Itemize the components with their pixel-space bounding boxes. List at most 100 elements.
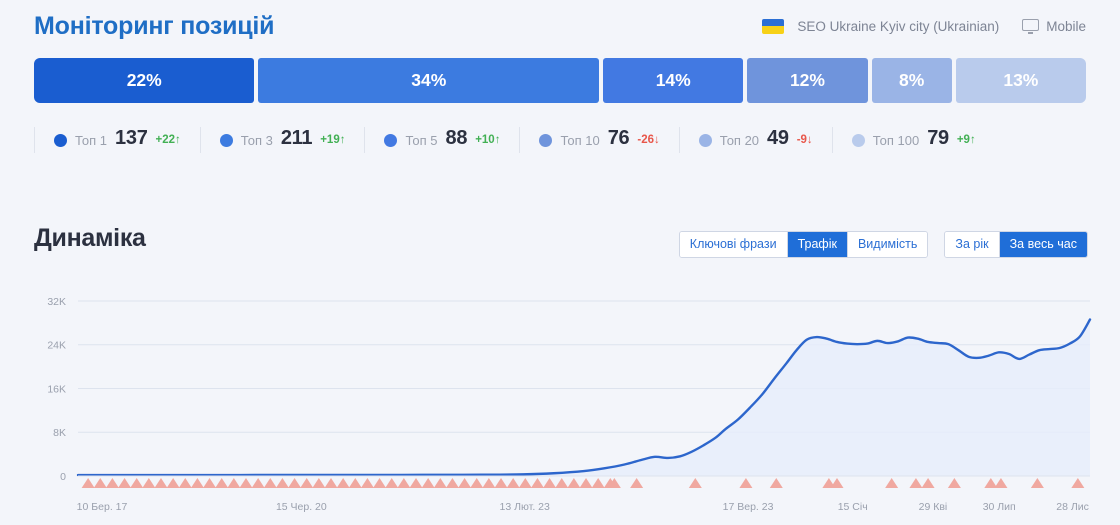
chart-event-marker-53[interactable] [921,478,935,488]
chart-event-marker-50[interactable] [830,478,844,488]
chart-event-marker-14[interactable] [251,478,265,488]
y-axis-label-4: 32K [47,296,66,308]
legend-item-2[interactable]: Топ 5 88 +10↑ [364,127,519,153]
chart-event-marker-37[interactable] [530,478,544,488]
chart-event-marker-27[interactable] [409,478,423,488]
chart-event-marker-0[interactable] [81,478,95,488]
distribution-segment-5[interactable]: 13% [955,58,1086,103]
y-axis-label-2: 16K [47,383,66,395]
chart-event-marker-41[interactable] [579,478,593,488]
chart-event-marker-54[interactable] [947,478,961,488]
period-tab-0[interactable]: За рік [945,232,1000,257]
legend-delta: +22↑ [155,134,181,146]
chart-event-marker-32[interactable] [470,478,484,488]
chart-event-marker-12[interactable] [227,478,241,488]
chart-event-marker-18[interactable] [300,478,314,488]
dynamics-title: Динаміка [34,224,146,252]
chart-event-marker-33[interactable] [482,478,496,488]
legend-item-3[interactable]: Топ 10 76 -26↓ [519,127,678,153]
legend-value: 88 [445,127,468,149]
chart-event-marker-13[interactable] [239,478,253,488]
distribution-segment-4[interactable]: 8% [871,58,952,103]
chart-event-marker-25[interactable] [385,478,399,488]
chart-event-marker-51[interactable] [885,478,899,488]
legend-item-5[interactable]: Топ 100 79 +9↑ [831,127,995,153]
legend-dot-icon [539,133,553,147]
metric-tab-group: Ключові фрази Трафік Видимість [678,231,929,258]
chart-event-marker-24[interactable] [373,478,387,488]
x-axis-label-7: 28 Лис [1056,501,1089,513]
page-title: Моніторинг позицій [34,11,275,40]
chart-event-marker-8[interactable] [178,478,192,488]
metric-tab-0[interactable]: Ключові фрази [679,232,788,257]
chart-event-marker-29[interactable] [433,478,447,488]
chart-event-marker-28[interactable] [421,478,435,488]
metric-tab-2[interactable]: Видимість [847,232,928,257]
chart-event-marker-5[interactable] [142,478,156,488]
chart-event-marker-16[interactable] [275,478,289,488]
x-axis-label-2: 13 Лют. 23 [500,501,550,513]
legend-item-0[interactable]: Топ 1 137 +22↑ [34,127,200,153]
chart-event-marker-3[interactable] [118,478,132,488]
chart-event-marker-35[interactable] [506,478,520,488]
chart-event-marker-58[interactable] [1071,478,1085,488]
chart-event-marker-30[interactable] [445,478,459,488]
chart-event-marker-10[interactable] [203,478,217,488]
chart-event-marker-1[interactable] [93,478,107,488]
chart-event-marker-46[interactable] [688,478,702,488]
chart-event-marker-15[interactable] [263,478,277,488]
chart-event-marker-6[interactable] [154,478,168,488]
legend-label: Топ 5 [405,132,438,148]
legend-item-1[interactable]: Топ 3 211 +19↑ [199,127,365,153]
dynamics-chart[interactable]: 0 8K 16K 24K 32K 10 Бер. 17 15 Чер. 20 13 Лют. … [0,272,1120,525]
chart-event-marker-23[interactable] [360,478,374,488]
device-indicator[interactable]: Mobile [1022,18,1086,34]
distribution-segment-label: 34% [411,70,447,90]
chart-event-marker-11[interactable] [215,478,229,488]
chart-event-marker-48[interactable] [769,478,783,488]
chart-event-marker-45[interactable] [630,478,644,488]
period-tab-1[interactable]: За весь час [999,232,1087,257]
legend-delta: +10↑ [475,134,501,146]
legend-label: Топ 100 [872,132,920,148]
chart-event-marker-4[interactable] [130,478,144,488]
chart-event-marker-42[interactable] [591,478,605,488]
chart-event-marker-39[interactable] [555,478,569,488]
chart-event-marker-17[interactable] [288,478,302,488]
chart-event-marker-26[interactable] [397,478,411,488]
chart-event-marker-19[interactable] [312,478,326,488]
x-axis-label-4: 15 Січ [838,501,868,513]
chart-event-marker-22[interactable] [348,478,362,488]
y-axis-label-1: 8K [53,427,66,439]
distribution-segment-2[interactable]: 14% [603,58,744,103]
chart-event-marker-55[interactable] [984,478,998,488]
chart-event-marker-52[interactable] [909,478,923,488]
chart-event-marker-21[interactable] [336,478,350,488]
chart-event-marker-9[interactable] [190,478,204,488]
x-axis-label-1: 15 Чер. 20 [276,501,327,513]
legend-dot-icon [851,133,865,147]
chart-event-marker-34[interactable] [494,478,508,488]
distribution-segment-label: 22% [126,70,162,90]
chart-event-marker-2[interactable] [105,478,119,488]
legend-delta: -26↓ [637,134,660,146]
chart-event-marker-20[interactable] [324,478,338,488]
ukraine-flag-icon [762,18,785,34]
distribution-segment-0[interactable]: 22% [34,58,255,103]
project-name[interactable]: SEO Ukraine Kyiv city (Ukrainian) [797,19,999,34]
distribution-segment-label: 14% [655,70,691,90]
chart-event-marker-31[interactable] [458,478,472,488]
chart-event-marker-56[interactable] [994,478,1008,488]
chart-event-marker-7[interactable] [166,478,180,488]
chart-event-marker-57[interactable] [1030,478,1044,488]
chart-event-marker-40[interactable] [567,478,581,488]
chart-event-marker-38[interactable] [543,478,557,488]
legend-item-4[interactable]: Топ 20 49 -9↓ [678,127,832,153]
chart-event-marker-36[interactable] [518,478,532,488]
distribution-segment-3[interactable]: 12% [747,58,868,103]
distribution-segment-1[interactable]: 34% [258,58,600,103]
legend-value: 79 [927,127,949,149]
chart-event-marker-47[interactable] [739,478,753,488]
metric-tab-1[interactable]: Трафік [787,232,848,257]
legend-label: Топ 3 [240,132,273,148]
